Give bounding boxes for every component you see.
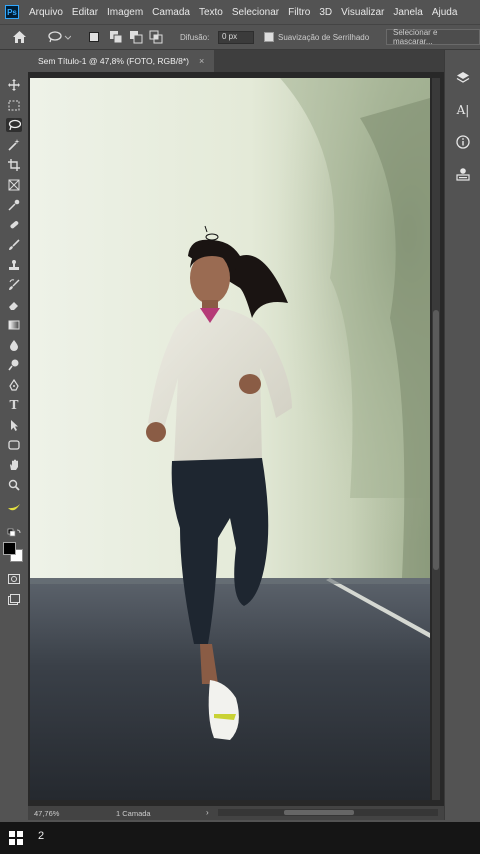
zoom-icon[interactable] <box>6 478 22 492</box>
status-menu-arrow[interactable]: › <box>206 808 209 817</box>
select-and-mask-label: Selecionar e mascarar... <box>393 28 438 46</box>
frame-icon[interactable] <box>6 178 22 192</box>
menu-editar[interactable]: Editar <box>72 7 98 18</box>
shape-icon[interactable] <box>6 438 22 452</box>
menu-arquivo[interactable]: Arquivo <box>29 7 63 18</box>
menu-ajuda[interactable]: Ajuda <box>432 7 458 18</box>
subtract-selection-icon[interactable] <box>128 29 144 45</box>
document-tab-title: Sem Título-1 @ 47,8% (FOTO, RGB/8*) <box>38 56 189 66</box>
properties-icon[interactable] <box>453 164 473 184</box>
windows-taskbar: 2 <box>0 822 480 854</box>
menu-bar: Ps Arquivo Editar Imagem Camada Texto Se… <box>0 0 480 24</box>
character-icon[interactable]: A| <box>453 100 473 120</box>
menu-selecionar[interactable]: Selecionar <box>232 7 279 18</box>
pen-icon[interactable] <box>6 378 22 392</box>
menu-texto[interactable]: Texto <box>199 7 223 18</box>
options-bar: Difusão: 0 px Suavização de Serrilhado S… <box>0 24 480 50</box>
feather-field[interactable]: 0 px <box>218 29 254 45</box>
magic-wand-icon[interactable] <box>6 138 22 152</box>
menu-camada[interactable]: Camada <box>152 7 190 18</box>
document-tab-bar: Sem Título-1 @ 47,8% (FOTO, RGB/8*) × <box>28 50 448 72</box>
tools-panel: T <box>0 72 28 612</box>
dodge-icon[interactable] <box>6 358 22 372</box>
eraser-icon[interactable] <box>6 298 22 312</box>
blur-icon[interactable] <box>6 338 22 352</box>
close-icon[interactable]: × <box>199 56 204 66</box>
clone-stamp-icon[interactable] <box>6 258 22 272</box>
layers-icon[interactable] <box>453 68 473 88</box>
photoshop-logo-icon: Ps <box>5 5 19 19</box>
healing-brush-icon[interactable] <box>6 218 22 232</box>
path-selection-icon[interactable] <box>6 418 22 432</box>
feather-label: Difusão: <box>180 32 210 42</box>
default-colors-icon[interactable] <box>6 526 22 540</box>
menu-filtro[interactable]: Filtro <box>288 7 310 18</box>
brush-icon[interactable] <box>6 238 22 252</box>
menu-imagem[interactable]: Imagem <box>107 7 143 18</box>
crop-icon[interactable] <box>6 158 22 172</box>
windows-start-icon[interactable] <box>9 831 23 845</box>
lasso-preset-icon[interactable] <box>44 29 74 45</box>
info-icon[interactable] <box>453 132 473 152</box>
edit-toolbar-icon[interactable] <box>6 500 22 514</box>
antialias-checkbox[interactable] <box>264 32 274 42</box>
layer-count: 1 Camada <box>116 809 151 818</box>
menu-janela[interactable]: Janela <box>393 7 422 18</box>
new-selection-icon[interactable] <box>86 29 102 45</box>
foreground-color-swatch[interactable] <box>3 542 16 555</box>
quick-mask-icon[interactable] <box>6 572 22 586</box>
intersect-selection-icon[interactable] <box>148 29 164 45</box>
marquee-icon[interactable] <box>6 98 22 112</box>
feather-input[interactable]: 0 px <box>218 30 254 44</box>
lasso-icon[interactable] <box>6 118 22 132</box>
horizontal-scrollbar-thumb[interactable] <box>284 810 354 815</box>
history-brush-icon[interactable] <box>6 278 22 292</box>
vertical-scrollbar-thumb[interactable] <box>433 310 439 570</box>
runner-photo <box>30 78 430 800</box>
status-bar: 47,76% 1 Camada › <box>28 806 444 820</box>
zoom-readout[interactable]: 47,76% <box>34 809 59 818</box>
screen-mode-icon[interactable] <box>6 592 22 606</box>
hand-icon[interactable] <box>6 458 22 472</box>
antialias-toggle[interactable]: Suavização de Serrilhado <box>264 29 369 45</box>
add-selection-icon[interactable] <box>108 29 124 45</box>
type-icon[interactable]: T <box>6 398 22 412</box>
menu-3d[interactable]: 3D <box>319 7 332 18</box>
home-icon[interactable] <box>10 29 28 45</box>
document-tab[interactable]: Sem Título-1 @ 47,8% (FOTO, RGB/8*) × <box>28 50 215 72</box>
document-image[interactable] <box>30 78 430 800</box>
move-icon[interactable] <box>6 78 22 92</box>
right-panel-dock: A| <box>444 50 480 820</box>
eyedropper-icon[interactable] <box>6 198 22 212</box>
antialias-label: Suavização de Serrilhado <box>278 32 370 42</box>
taskbar-number: 2 <box>38 830 45 842</box>
menu-visualizar[interactable]: Visualizar <box>341 7 384 18</box>
select-and-mask-button[interactable]: Selecionar e mascarar... <box>386 28 480 46</box>
gradient-icon[interactable] <box>6 318 22 332</box>
